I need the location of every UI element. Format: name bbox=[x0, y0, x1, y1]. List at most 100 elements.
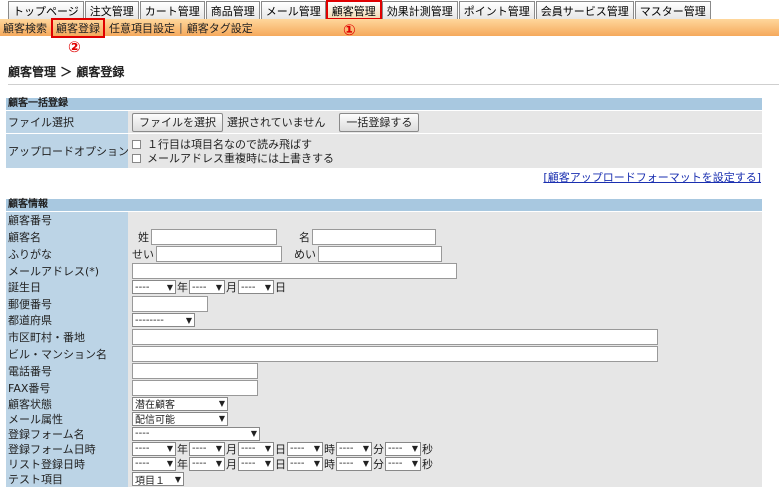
list-second-select[interactable]: ---- ▼ bbox=[385, 456, 421, 471]
annotation-marker-1: ① bbox=[343, 21, 356, 39]
subnav-customer-tags[interactable]: 顧客タグ設定 bbox=[184, 20, 256, 36]
bulk-section-heading: 顧客一括登録 bbox=[6, 98, 762, 110]
main-nav-tabs: トップページ 注文管理 カート管理 商品管理 メール管理 顧客管理 効果計測管理 ポイント管理… bbox=[0, 0, 779, 20]
list-minute-unit: 分 bbox=[373, 457, 384, 471]
tab-4[interactable]: メール管理 bbox=[260, 1, 326, 19]
pref-value: -------- ▼ bbox=[128, 312, 762, 328]
tab-5[interactable]: 顧客管理 bbox=[325, 0, 382, 20]
form-month-select[interactable]: ---- ▼ bbox=[189, 441, 225, 456]
form-name-select[interactable]: ---- ▼ bbox=[132, 426, 260, 441]
birthday-label: 誕生日 bbox=[6, 279, 128, 295]
form-second-select[interactable]: ---- ▼ bbox=[385, 441, 421, 456]
form-hour-unit: 時 bbox=[324, 442, 335, 456]
last-name-kana-input[interactable] bbox=[156, 245, 282, 262]
birth-year-select[interactable]: ---- ▼ bbox=[132, 280, 176, 294]
choose-file-button[interactable]: ファイルを選択 bbox=[132, 112, 223, 132]
customer-no-row: 顧客番号 bbox=[6, 212, 762, 228]
subnav-custom-fields[interactable]: 任意項目設定 bbox=[106, 20, 178, 36]
city-input[interactable] bbox=[132, 328, 658, 345]
tab-6[interactable]: 効果計測管理 bbox=[381, 1, 458, 19]
list-hour-select[interactable]: ---- ▼ bbox=[287, 456, 323, 471]
status-value: 潜在顧客 ▼ bbox=[128, 396, 762, 411]
list-datetime-value: ---- ▼ 年 ---- ▼ 月 ---- ▼ 日 ---- ▼ 時 ---- ▼ 分 … bbox=[128, 456, 762, 471]
city-label: 市区町村・番地 bbox=[6, 328, 128, 345]
mail-attr-label: メール属性 bbox=[6, 411, 128, 426]
email-label: メールアドレス(*) bbox=[6, 262, 128, 279]
form-minute-select[interactable]: ---- ▼ bbox=[336, 441, 372, 456]
tab-2[interactable]: カート管理 bbox=[139, 1, 205, 19]
subnav-customer-search[interactable]: 顧客検索 bbox=[0, 20, 50, 36]
email-value bbox=[128, 262, 762, 279]
overwrite-email-checkbox[interactable] bbox=[132, 153, 141, 163]
fax-input[interactable] bbox=[132, 379, 258, 396]
birthday-value: ---- ▼ 年 ---- ▼ 月 ---- ▼ 日 bbox=[128, 279, 762, 295]
kana-row: ふりがな せい めい bbox=[6, 245, 762, 262]
list-year-select[interactable]: ---- ▼ bbox=[132, 456, 176, 471]
form-day-select[interactable]: ---- ▼ bbox=[238, 441, 274, 456]
zip-value bbox=[128, 295, 762, 312]
form-year-unit: 年 bbox=[177, 442, 188, 456]
tab-8[interactable]: 会員サービス管理 bbox=[535, 1, 634, 19]
tab-1[interactable]: 注文管理 bbox=[84, 1, 139, 19]
last-name-input[interactable] bbox=[151, 228, 277, 245]
bulk-register-button[interactable]: 一括登録する bbox=[339, 112, 420, 132]
building-label: ビル・マンション名 bbox=[6, 345, 128, 362]
birth-month-select[interactable]: ---- ▼ bbox=[189, 280, 225, 294]
building-input[interactable] bbox=[132, 345, 658, 362]
first-name-kana-input[interactable] bbox=[318, 245, 442, 262]
tel-input[interactable] bbox=[132, 362, 258, 379]
subnav-customer-register[interactable]: 顧客登録 bbox=[51, 17, 105, 38]
customer-status-select[interactable]: 潜在顧客 ▼ bbox=[132, 396, 228, 411]
file-select-label: ファイル選択 bbox=[6, 111, 128, 133]
mail-attr-value: 配信可能 ▼ bbox=[128, 411, 762, 426]
test-item-row: テスト項目 項目１ ▼ bbox=[6, 471, 762, 487]
mail-attr-row: メール属性 配信可能 ▼ bbox=[6, 411, 762, 426]
tab-0[interactable]: トップページ bbox=[8, 1, 84, 19]
list-day-select[interactable]: ---- ▼ bbox=[238, 456, 274, 471]
title-divider bbox=[8, 84, 779, 85]
kana-value: せい めい bbox=[128, 245, 762, 262]
tel-row: 電話番号 bbox=[6, 362, 762, 379]
city-row: 市区町村・番地 bbox=[6, 328, 762, 345]
city-value bbox=[128, 328, 762, 345]
mail-attribute-select[interactable]: 配信可能 ▼ bbox=[132, 411, 228, 426]
file-select-value: ファイルを選択 選択されていません 一括登録する bbox=[128, 111, 762, 133]
skip-header-option: １行目は項目名なので読み飛ばす bbox=[132, 137, 312, 151]
day-unit: 日 bbox=[275, 281, 286, 294]
prefecture-select[interactable]: -------- ▼ bbox=[132, 313, 195, 327]
tab-3[interactable]: 商品管理 bbox=[205, 1, 260, 19]
tel-label: 電話番号 bbox=[6, 362, 128, 379]
building-row: ビル・マンション名 bbox=[6, 345, 762, 362]
name-value: 姓 名 bbox=[128, 228, 762, 245]
tab-7[interactable]: ポイント管理 bbox=[458, 1, 535, 19]
status-row: 顧客状態 潜在顧客 ▼ bbox=[6, 396, 762, 411]
pref-label: 都道府県 bbox=[6, 312, 128, 328]
skip-header-checkbox[interactable] bbox=[132, 139, 141, 149]
form-hour-select[interactable]: ---- ▼ bbox=[287, 441, 323, 456]
list-month-select[interactable]: ---- ▼ bbox=[189, 456, 225, 471]
form-datetime-label: 登録フォーム日時 bbox=[6, 441, 128, 456]
annotation-marker-2: ② bbox=[68, 38, 81, 56]
form-minute-unit: 分 bbox=[373, 442, 384, 456]
list-month-unit: 月 bbox=[226, 457, 237, 471]
list-minute-select[interactable]: ---- ▼ bbox=[336, 456, 372, 471]
test-item-select[interactable]: 項目１ ▼ bbox=[132, 472, 184, 487]
birth-day-select[interactable]: ---- ▼ bbox=[238, 280, 274, 294]
birthday-row: 誕生日 ---- ▼ 年 ---- ▼ 月 ---- ▼ 日 bbox=[6, 279, 762, 295]
form-datetime-row: 登録フォーム日時 ---- ▼ 年 ---- ▼ 月 ---- ▼ 日 ---- ▼ 時… bbox=[6, 441, 762, 456]
tab-9[interactable]: マスター管理 bbox=[634, 1, 711, 19]
form-year-select[interactable]: ---- ▼ bbox=[132, 441, 176, 456]
upload-format-link[interactable]: [顧客アップロードフォーマットを設定する] bbox=[543, 169, 761, 185]
mei-label: 名 bbox=[299, 230, 310, 244]
building-value bbox=[128, 345, 762, 362]
sei-kana-label: せい bbox=[132, 247, 154, 261]
list-hour-unit: 時 bbox=[324, 457, 335, 471]
email-input[interactable] bbox=[132, 262, 457, 279]
zip-input[interactable] bbox=[132, 295, 208, 312]
mei-kana-label: めい bbox=[294, 247, 316, 261]
email-row: メールアドレス(*) bbox=[6, 262, 762, 279]
form-second-unit: 秒 bbox=[422, 442, 433, 456]
zip-row: 郵便番号 bbox=[6, 295, 762, 312]
first-name-input[interactable] bbox=[312, 228, 436, 245]
customer-no-label: 顧客番号 bbox=[6, 212, 128, 228]
